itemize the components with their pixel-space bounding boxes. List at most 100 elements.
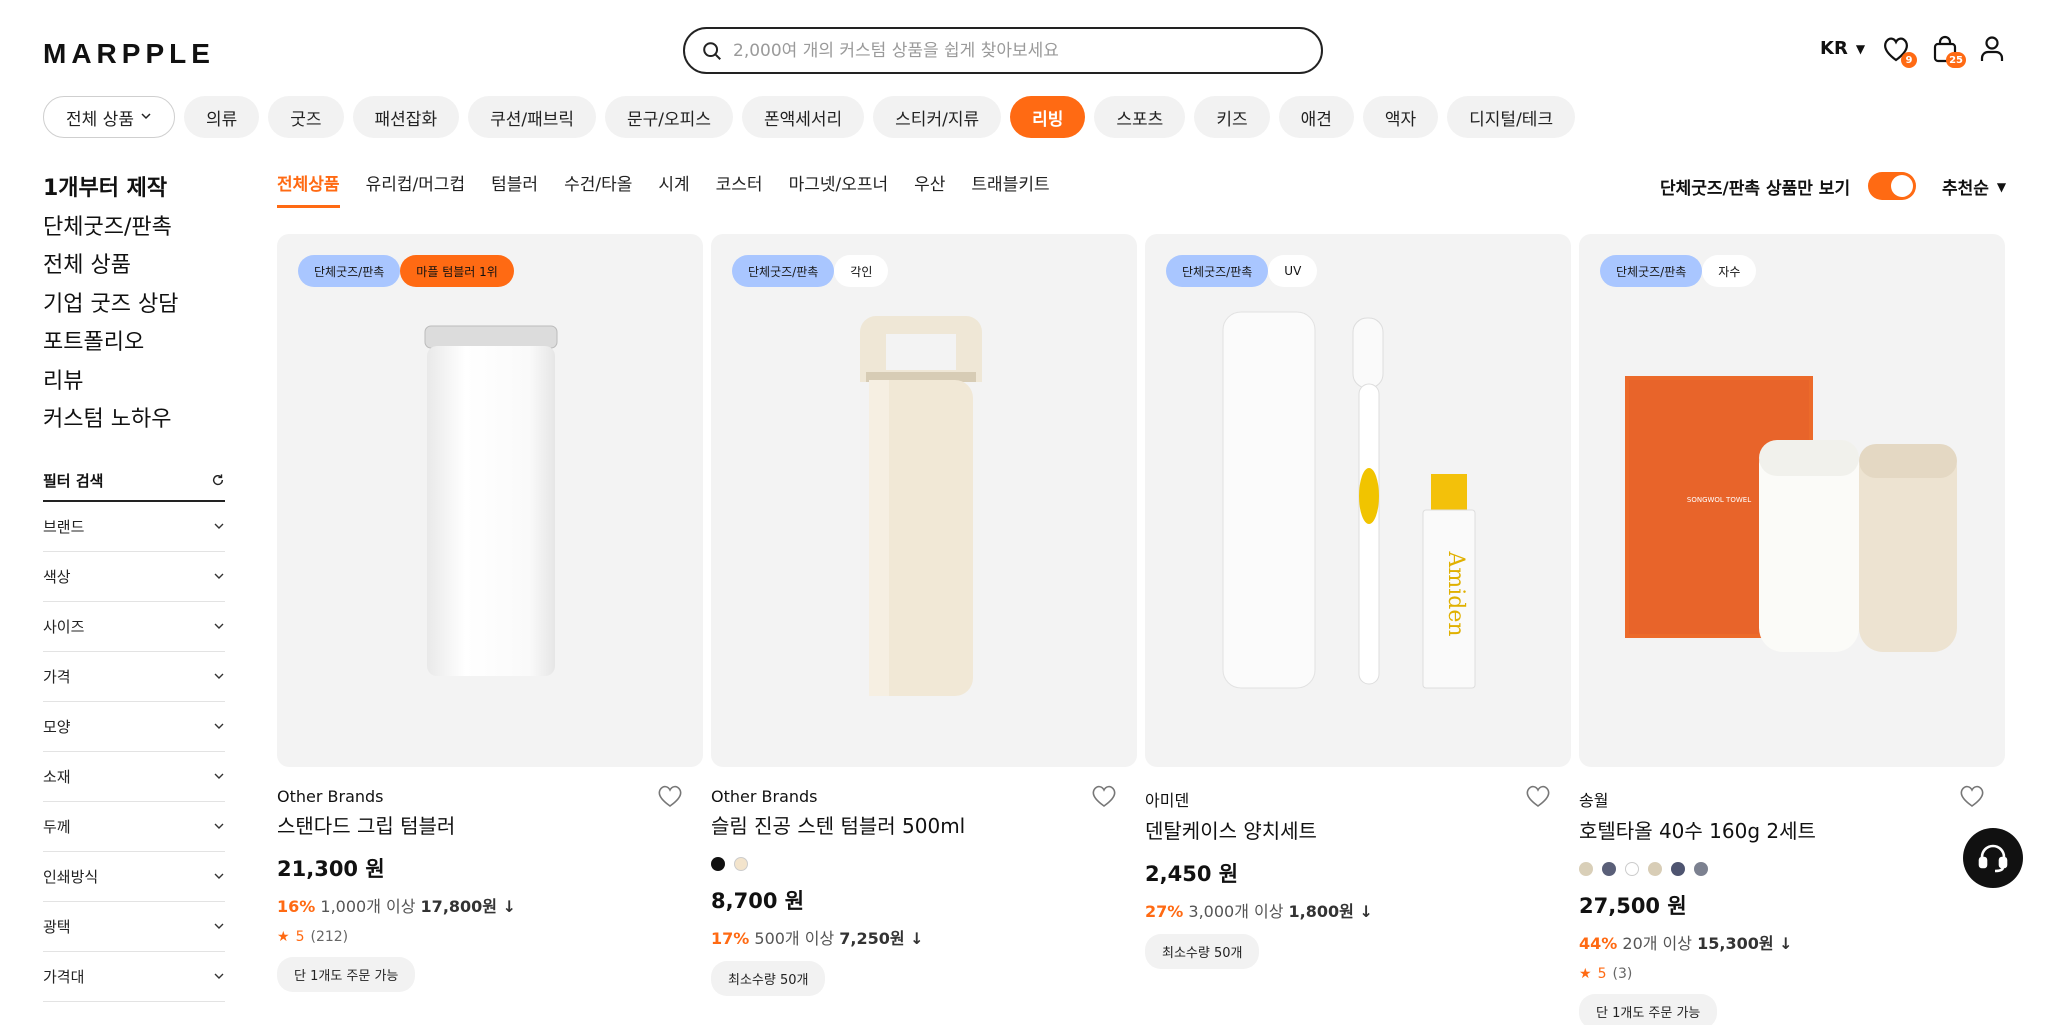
color-swatch[interactable] [734,857,748,871]
language-selector[interactable]: KR ▼ [1820,38,1865,59]
product-tag: 각인 [834,255,889,287]
product-card[interactable]: SONGWOL TOWEL 단체굿즈/판촉 자수송월호텔타올 40수 160g 2세… [1579,234,2005,1025]
refresh-icon[interactable] [211,473,225,487]
category-chip-label: 스티커/지류 [895,109,980,130]
discount-quantity: 3,000개 이상 [1188,902,1284,921]
filter-row[interactable]: 브랜드 [43,502,225,552]
sidebar-link[interactable]: 단체굿즈/판촉 [43,209,178,248]
color-swatch[interactable] [1694,862,1708,876]
heart-icon[interactable] [1525,784,1551,808]
sort-dropdown[interactable]: 추천순 ▼ [1942,174,2006,199]
color-swatch[interactable] [1579,862,1593,876]
filter-row[interactable]: 모양 [43,702,225,752]
product-card[interactable]: 단체굿즈/판촉 마플 텀블러 1위 Other Brands 스탠다드 그립 텀블러 2… [277,234,703,992]
sidebar-links: 1개부터 제작 단체굿즈/판촉 전체 상품 기업 굿즈 상담 포트폴리오 리뷰 커스텀 노하… [43,170,178,440]
filter-row[interactable]: 가격 [43,652,225,702]
subcategory-tab[interactable]: 코스터 [716,170,763,208]
filter-row[interactable]: 소재 [43,752,225,802]
category-chip[interactable]: 문구/오피스 [605,96,733,138]
rating-score: 5 [1597,966,1607,982]
color-swatch[interactable] [1671,862,1685,876]
product-brand[interactable]: Other Brands [277,787,703,806]
sidebar-link[interactable]: 커스텀 노하우 [43,401,178,440]
category-chip-label: 키즈 [1216,109,1248,130]
product-tags: 단체굿즈/판촉 각인 [732,255,889,287]
category-nav: 전체 상품 의류 굿즈 패션잡화 쿠션/패브릭 문구/오피스 폰액세서리 스티커/지류 리빙 스포… [43,96,1576,138]
heart-icon[interactable] [1959,784,1985,808]
product-image[interactable]: Amiden 단체굿즈/판촉 UV [1145,234,1571,767]
product-image[interactable]: SONGWOL TOWEL 단체굿즈/판촉 자수 [1579,234,2005,767]
group-only-toggle[interactable] [1868,172,1917,200]
product-brand[interactable]: 아미덴 [1145,787,1571,811]
sidebar-link[interactable]: 기업 굿즈 상담 [43,286,178,325]
color-swatch[interactable] [1625,862,1639,876]
category-chip[interactable]: 디지털/테크 [1447,96,1576,138]
category-chip[interactable]: 쿠션/패브릭 [468,96,597,138]
subcategory-tab[interactable]: 시계 [658,170,689,208]
category-chip[interactable]: 패션잡화 [352,96,460,138]
product-card[interactable]: 단체굿즈/판촉 각인 Other Brands 슬림 진공 스텐 텀블러 500ml 8… [711,234,1137,996]
category-chip[interactable]: 리빙 [1010,96,1086,138]
category-chip-label: 애견 [1300,109,1332,130]
subcategory-tab[interactable]: 수건/타올 [564,170,632,208]
product-illustration: Amiden [1222,311,1476,689]
subcategory-tab[interactable]: 유리컵/머그컵 [366,170,466,208]
chat-support-button[interactable] [1963,828,2023,888]
filter-row[interactable]: 두께 [43,802,225,852]
filter-row[interactable]: 가격대 [43,952,225,1002]
logo[interactable]: MARPPLE [43,38,215,70]
subcategory-tab[interactable]: 트래블키트 [971,170,1049,208]
filter-label: 사이즈 [43,618,85,636]
caret-down-icon: ▼ [1855,41,1866,56]
product-tags: 단체굿즈/판촉 마플 텀블러 1위 [298,255,514,287]
subcategory-tab[interactable]: 텀블러 [491,170,538,208]
review-count: (212) [310,929,349,945]
color-swatch[interactable] [1648,862,1662,876]
filter-row[interactable]: 색상 [43,552,225,602]
subcategory-tab[interactable]: 우산 [914,170,945,208]
product-image[interactable]: 단체굿즈/판촉 각인 [711,234,1137,767]
subcategory-tab[interactable]: 마그넷/오프너 [789,170,889,208]
product-image[interactable]: 단체굿즈/판촉 마플 텀블러 1위 [277,234,703,767]
subcategory-tab[interactable]: 전체상품 [277,170,340,208]
heart-icon[interactable] [657,784,683,808]
category-chip[interactable]: 스포츠 [1094,96,1186,138]
category-chip[interactable]: 의류 [183,96,260,138]
category-chip[interactable]: 애견 [1278,96,1354,138]
category-chip-label: 리빙 [1032,109,1064,130]
heart-icon[interactable] [1091,784,1117,808]
filter-row[interactable]: 광택 [43,902,225,952]
category-chip[interactable]: 스티커/지류 [873,96,1002,138]
category-chip[interactable]: 키즈 [1194,96,1270,138]
sidebar-link[interactable]: 1개부터 제작 [43,170,178,209]
product-name[interactable]: 스탠다드 그립 텀블러 [277,810,703,839]
product-brand[interactable]: Other Brands [711,787,1137,806]
order-info: 단 1개도 주문 가능 [1579,982,2005,1025]
category-chip[interactable]: 굿즈 [268,96,344,138]
filter-row[interactable]: 사이즈 [43,602,225,652]
product-name[interactable]: 슬림 진공 스텐 텀블러 500ml [711,810,1137,839]
product-brand[interactable]: 송월 [1579,787,2005,811]
bulk-discount: 16% 1,000개 이상 17,800원 ↓ [277,893,703,917]
sidebar-link[interactable]: 리뷰 [43,363,178,402]
wishlist-button[interactable]: 9 [1881,34,1917,68]
order-info-badge: 단 1개도 주문 가능 [277,957,416,992]
color-swatch[interactable] [711,857,725,871]
category-chip[interactable]: 전체 상품 [43,96,175,138]
account-button[interactable] [1977,34,2007,64]
product-card[interactable]: Amiden 단체굿즈/판촉 UV 아미덴 덴탈케이스 양치세트 2,450 원 27% 3… [1145,234,1571,969]
color-swatch[interactable] [1602,862,1616,876]
search-bar[interactable] [683,27,1323,74]
search-input[interactable] [733,40,1293,61]
sidebar-link[interactable]: 전체 상품 [43,247,178,286]
cart-button[interactable]: 25 [1930,34,1966,68]
category-chip[interactable]: 액자 [1362,96,1439,138]
category-chip-label: 패션잡화 [374,109,438,130]
filter-row[interactable]: 인쇄방식 [43,852,225,902]
product-name[interactable]: 덴탈케이스 양치세트 [1145,815,1571,844]
filter-label: 가격 [43,668,71,686]
category-chip[interactable]: 폰액세서리 [741,96,865,138]
sidebar-link[interactable]: 포트폴리오 [43,324,178,363]
product-name[interactable]: 호텔타올 40수 160g 2세트 [1579,815,2005,844]
language-label: KR [1820,38,1848,59]
